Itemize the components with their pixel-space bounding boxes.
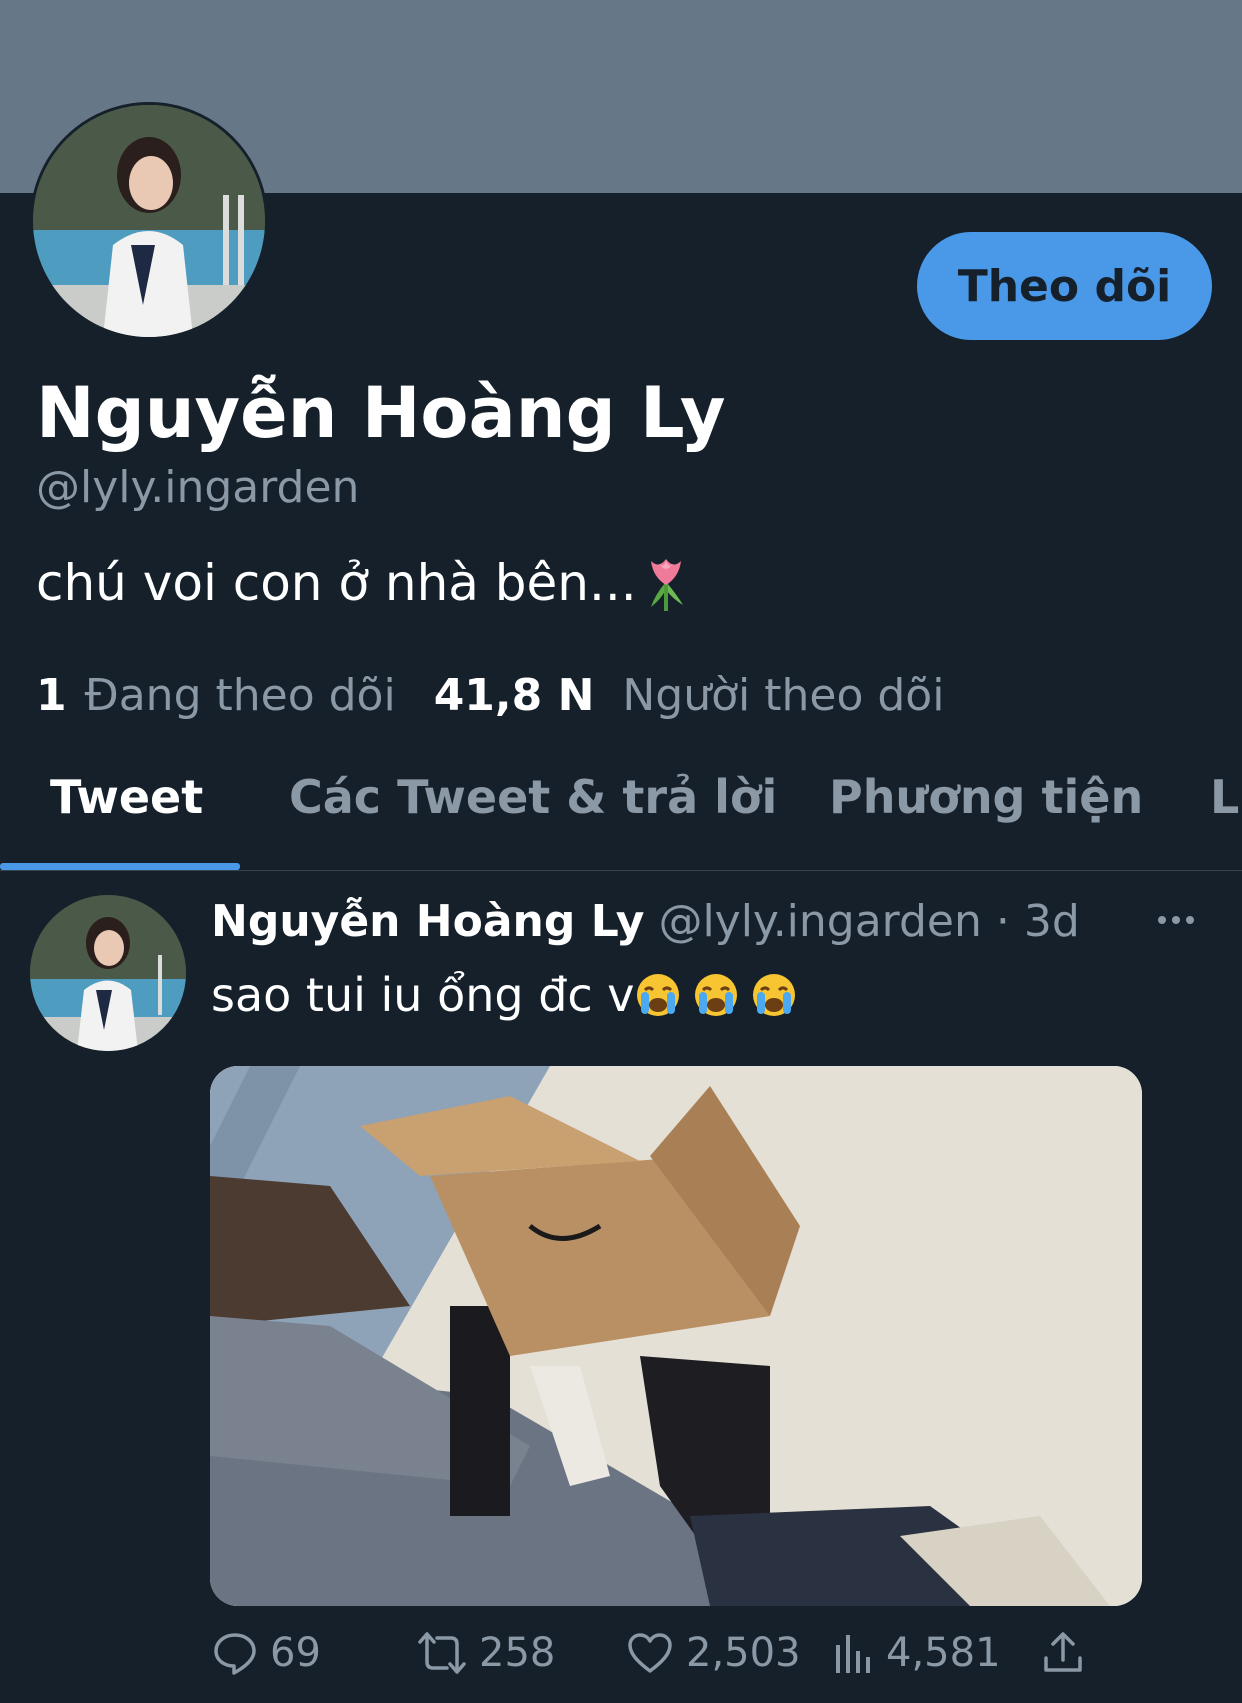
retweet-count: 258: [479, 1630, 556, 1676]
reply-button[interactable]: 69: [212, 1630, 321, 1676]
tweet-header: Nguyễn Hoàng Ly @lyly.ingarden · 3d: [211, 896, 1080, 947]
tabs-divider: [0, 870, 1242, 871]
bio-text: chú voi con ở nhà bên...: [36, 554, 637, 612]
following-count[interactable]: 1: [36, 670, 67, 721]
profile-tabs: Tweet Các Tweet & trả lời Phương tiện L: [0, 760, 1242, 870]
follow-button[interactable]: Theo dõi: [917, 232, 1212, 340]
tweet-author-name[interactable]: Nguyễn Hoàng Ly: [211, 896, 644, 947]
views-chart-icon: [836, 1635, 870, 1673]
crying-face-icon: [751, 972, 797, 1018]
heart-icon: [628, 1633, 672, 1673]
reply-count: 69: [270, 1630, 321, 1676]
crying-face-icon: [693, 972, 739, 1018]
tab-media[interactable]: Phương tiện: [829, 770, 1143, 824]
photo-box-head: [210, 1066, 1142, 1606]
crying-face-icon: [635, 972, 681, 1018]
tweet-text: sao tui iu ổng đc v: [211, 968, 797, 1022]
more-options-icon[interactable]: [1158, 910, 1198, 930]
view-count: 4,581: [886, 1630, 1001, 1676]
like-button[interactable]: 2,503: [626, 1630, 801, 1676]
follow-stats: 1 Đang theo dõi 41,8 N Người theo dõi: [36, 670, 944, 721]
tweet-text-content: sao tui iu ổng đc v: [211, 968, 635, 1022]
profile-handle: @lyly.ingarden: [36, 462, 360, 513]
tweet-author-handle[interactable]: @lyly.ingarden: [658, 896, 981, 947]
followers-count[interactable]: 41,8 N: [434, 670, 595, 721]
views-button[interactable]: 4,581: [834, 1630, 1001, 1676]
tulip-icon: [643, 555, 689, 611]
avatar-photo: [30, 895, 186, 1051]
active-tab-indicator: [0, 863, 240, 870]
profile-avatar[interactable]: [30, 102, 268, 340]
followers-label[interactable]: Người theo dõi: [622, 670, 944, 721]
tweet-actions: 69 258 2,503 4,581: [212, 1630, 1112, 1690]
avatar-photo: [33, 105, 265, 337]
retweet-button[interactable]: 258: [417, 1630, 555, 1676]
profile-display-name: Nguyễn Hoàng Ly: [36, 372, 726, 454]
reply-icon: [214, 1633, 256, 1675]
tab-likes[interactable]: L: [1210, 770, 1239, 824]
tweet-timestamp[interactable]: · 3d: [996, 896, 1080, 947]
tab-tweets-and-replies[interactable]: Các Tweet & trả lời: [289, 770, 777, 824]
tab-tweets[interactable]: Tweet: [50, 770, 203, 824]
share-button[interactable]: [1042, 1630, 1084, 1674]
like-count: 2,503: [686, 1630, 801, 1676]
retweet-icon: [418, 1632, 466, 1674]
tweet-media-image[interactable]: [210, 1066, 1142, 1606]
share-icon: [1044, 1632, 1082, 1672]
tweet-author-avatar[interactable]: [30, 895, 186, 1051]
following-label[interactable]: Đang theo dõi: [85, 670, 396, 721]
profile-bio: chú voi con ở nhà bên...: [36, 554, 689, 612]
